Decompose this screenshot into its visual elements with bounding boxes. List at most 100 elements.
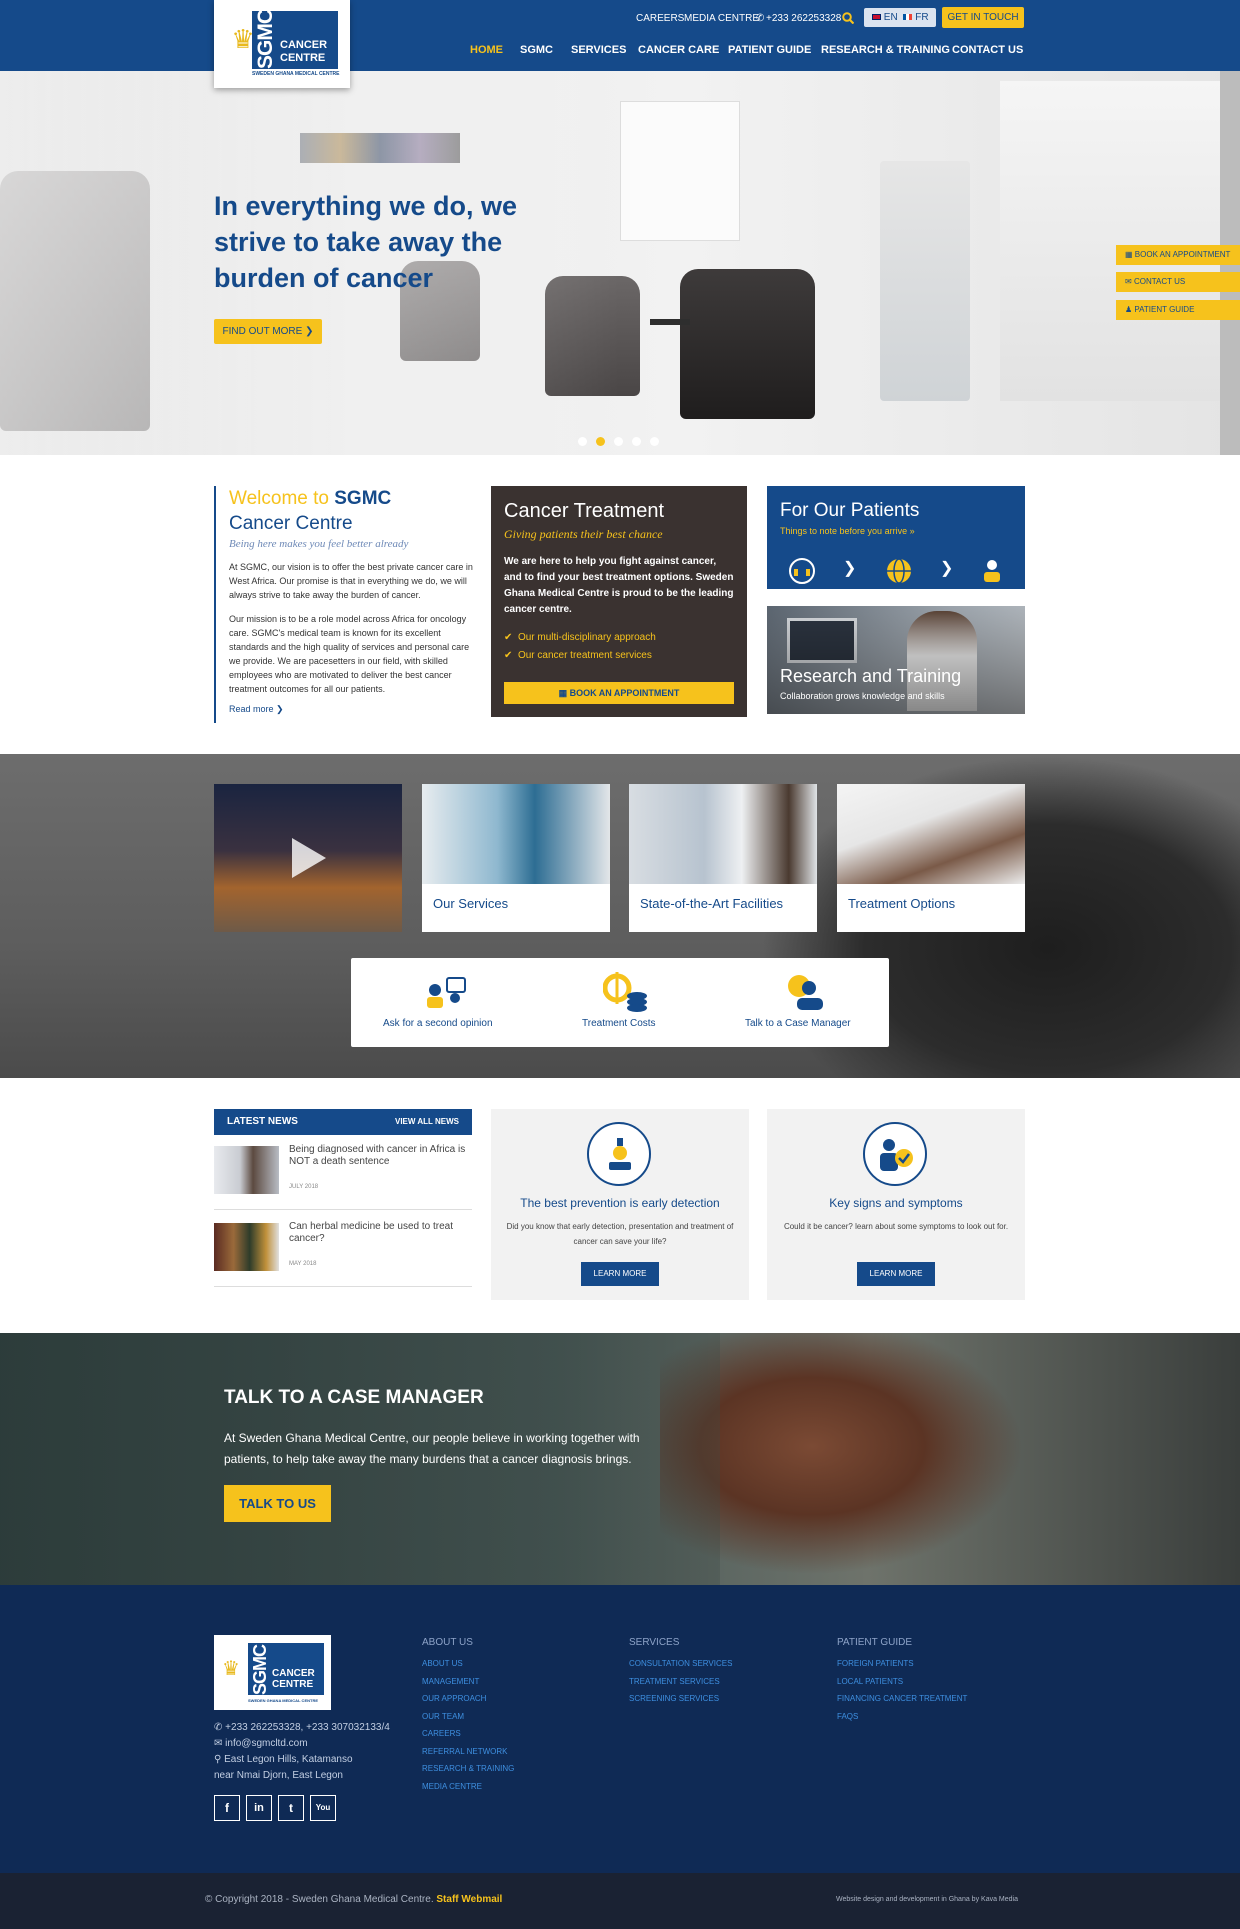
slider-dot-5[interactable]: [650, 437, 659, 446]
latest-news-header: LATEST NEWS VIEW ALL NEWS: [214, 1109, 472, 1135]
news-item[interactable]: Can herbal medicine be used to treat can…: [214, 1213, 472, 1287]
footer-link-consultation[interactable]: CONSULTATION SERVICES: [629, 1659, 732, 1668]
case-manager-banner: TALK TO A CASE MANAGER At Sweden Ghana M…: [0, 1333, 1240, 1585]
cancer-treatment-panel: Cancer Treatment Giving patients their b…: [491, 486, 747, 717]
language-switcher: EN FR: [864, 8, 936, 27]
side-tab-contact[interactable]: ✉ CONTACT US: [1116, 272, 1240, 292]
nav-home[interactable]: HOME: [470, 44, 503, 56]
footer-heading-services: SERVICES: [629, 1637, 680, 1648]
treatment-title: Cancer Treatment: [504, 500, 665, 522]
footer-link-financing[interactable]: FINANCING CANCER TREATMENT: [837, 1694, 967, 1703]
slider-dot-2[interactable]: [596, 437, 605, 446]
slider-dot-1[interactable]: [578, 437, 587, 446]
careers-link[interactable]: CAREERS: [636, 13, 684, 24]
slider-dot-4[interactable]: [632, 437, 641, 446]
play-icon[interactable]: [288, 836, 328, 880]
calendar-icon: ▦: [558, 688, 570, 698]
footer-link-faqs[interactable]: FAQS: [837, 1712, 858, 1721]
header-phone[interactable]: +233 262253328: [766, 13, 841, 24]
slider-dot-3[interactable]: [614, 437, 623, 446]
footer-phone[interactable]: ✆ +233 262253328, +233 307032133/4: [214, 1722, 390, 1733]
footer-link-screening[interactable]: SCREENING SERVICES: [629, 1694, 719, 1703]
find-out-more-button[interactable]: FIND OUT MORE ❯: [214, 319, 322, 344]
lang-fr-link[interactable]: FR: [915, 12, 928, 23]
footer-link-our-approach[interactable]: OUR APPROACH: [422, 1694, 486, 1703]
lang-en-link[interactable]: EN: [884, 12, 898, 23]
design-credit[interactable]: Website design and development in Ghana …: [836, 1896, 1018, 1903]
welcome-title-c: Cancer Centre: [229, 513, 353, 534]
treatment-costs-link[interactable]: Treatment Costs: [582, 1018, 656, 1029]
site-header: CAREERS MEDIA CENTRE ✆ +233 262253328 EN…: [0, 0, 1240, 71]
for-our-patients-panel[interactable]: For Our Patients Things to note before y…: [767, 486, 1025, 589]
footer-link-foreign[interactable]: FOREIGN PATIENTS: [837, 1659, 914, 1668]
learn-more-button[interactable]: LEARN MORE: [581, 1262, 659, 1286]
news-thumbnail: [214, 1146, 279, 1194]
checklist-person-icon: [880, 1139, 913, 1171]
nav-research-training[interactable]: RESEARCH & TRAINING: [821, 44, 950, 56]
read-more-link[interactable]: Read more ❯: [229, 704, 474, 715]
footer-link-management[interactable]: MANAGEMENT: [422, 1677, 479, 1686]
person-icon: ♟: [1125, 305, 1135, 314]
signs-symptoms-box: Key signs and symptoms Could it be cance…: [767, 1109, 1025, 1300]
video-card[interactable]: [214, 784, 402, 932]
nav-services[interactable]: SERVICES: [571, 44, 626, 56]
news-date: JULY 2018: [289, 1184, 319, 1190]
card-treatment-options[interactable]: Treatment Options: [837, 784, 1025, 932]
youtube-icon[interactable]: You: [310, 1795, 336, 1821]
news-item[interactable]: Being diagnosed with cancer in Africa is…: [214, 1136, 472, 1210]
hero-title: In everything we do, we strive to take a…: [214, 191, 518, 293]
footer-link-careers[interactable]: CAREERS: [422, 1729, 461, 1738]
flag-fr-icon: [903, 14, 913, 21]
card-facilities[interactable]: State-of-the-Art Facilities: [629, 784, 817, 932]
headset-icon: [789, 558, 815, 584]
nav-sgmc[interactable]: SGMC: [520, 44, 553, 56]
footer-logo[interactable]: ♛ SGMC CANCER CENTRE SWEDEN GHANA MEDICA…: [214, 1635, 331, 1710]
info-icon-circle: [587, 1122, 651, 1186]
view-all-news-link[interactable]: VIEW ALL NEWS: [395, 1109, 459, 1135]
nav-patient-guide[interactable]: PATIENT GUIDE: [728, 44, 811, 56]
footer-link-treatment[interactable]: TREATMENT SERVICES: [629, 1677, 720, 1686]
learn-more-button[interactable]: LEARN MORE: [857, 1262, 935, 1286]
copyright-bar: © Copyright 2018 - Sweden Ghana Medical …: [0, 1873, 1240, 1929]
book-appointment-label: BOOK AN APPOINTMENT: [569, 688, 680, 698]
news-title[interactable]: Being diagnosed with cancer in Africa is…: [289, 1144, 469, 1168]
patients-subtitle[interactable]: Things to note before you arrive »: [780, 526, 1012, 536]
nav-contact-us[interactable]: CONTACT US: [952, 44, 1023, 56]
footer-link-local[interactable]: LOCAL PATIENTS: [837, 1677, 903, 1686]
footer-link-about-us[interactable]: ABOUT US: [422, 1659, 463, 1668]
search-icon[interactable]: [842, 12, 854, 24]
linkedin-icon[interactable]: in: [246, 1795, 272, 1821]
talk-to-us-button[interactable]: TALK TO US: [224, 1485, 331, 1522]
latest-news-title: LATEST NEWS: [227, 1116, 298, 1127]
research-training-panel[interactable]: Research and Training Collaboration grow…: [767, 606, 1025, 714]
treatment-item-2[interactable]: ✔ Our cancer treatment services: [504, 650, 734, 661]
case-manager-link[interactable]: Talk to a Case Manager: [745, 1018, 851, 1029]
treatment-item-1[interactable]: ✔ Our multi-disciplinary approach: [504, 632, 734, 643]
phone-icon: ✆: [214, 1722, 226, 1733]
media-centre-link[interactable]: MEDIA CENTRE: [684, 13, 759, 24]
news-title[interactable]: Can herbal medicine be used to treat can…: [289, 1221, 469, 1245]
site-logo[interactable]: ♛ SGMC CANCER CENTRE SWEDEN GHANA MEDICA…: [214, 0, 350, 88]
facebook-icon[interactable]: f: [214, 1795, 240, 1821]
double-chevron-icon: »: [909, 526, 915, 536]
second-opinion-link[interactable]: Ask for a second opinion: [383, 1018, 493, 1029]
footer-link-our-team[interactable]: OUR TEAM: [422, 1712, 464, 1721]
side-tab-book[interactable]: ▦ BOOK AN APPOINTMENT: [1116, 245, 1240, 265]
side-tab-guide[interactable]: ♟ PATIENT GUIDE: [1116, 300, 1240, 320]
book-appointment-button[interactable]: ▦ BOOK AN APPOINTMENT: [504, 682, 734, 704]
footer-address-1-text: East Legon Hills, Katamanso: [224, 1754, 353, 1765]
card-our-services[interactable]: Our Services: [422, 784, 610, 932]
news-date: MAY 2018: [289, 1261, 317, 1267]
logo-subtitle: SWEDEN GHANA MEDICAL CENTRE: [252, 71, 340, 77]
treatment-options-image: [837, 784, 1025, 884]
nav-cancer-care[interactable]: CANCER CARE: [638, 44, 719, 56]
twitter-icon[interactable]: t: [278, 1795, 304, 1821]
logo-line2: CENTRE: [280, 52, 326, 64]
staff-webmail-link[interactable]: Staff Webmail: [436, 1894, 502, 1905]
footer-link-referral[interactable]: REFERRAL NETWORK: [422, 1747, 508, 1756]
footer-link-research[interactable]: RESEARCH & TRAINING: [422, 1764, 514, 1773]
footer-email[interactable]: ✉ info@sgmcltd.com: [214, 1738, 308, 1749]
medical-consult-icon: [984, 560, 1000, 582]
get-in-touch-button[interactable]: GET IN TOUCH: [942, 7, 1024, 28]
footer-link-media[interactable]: MEDIA CENTRE: [422, 1782, 482, 1791]
